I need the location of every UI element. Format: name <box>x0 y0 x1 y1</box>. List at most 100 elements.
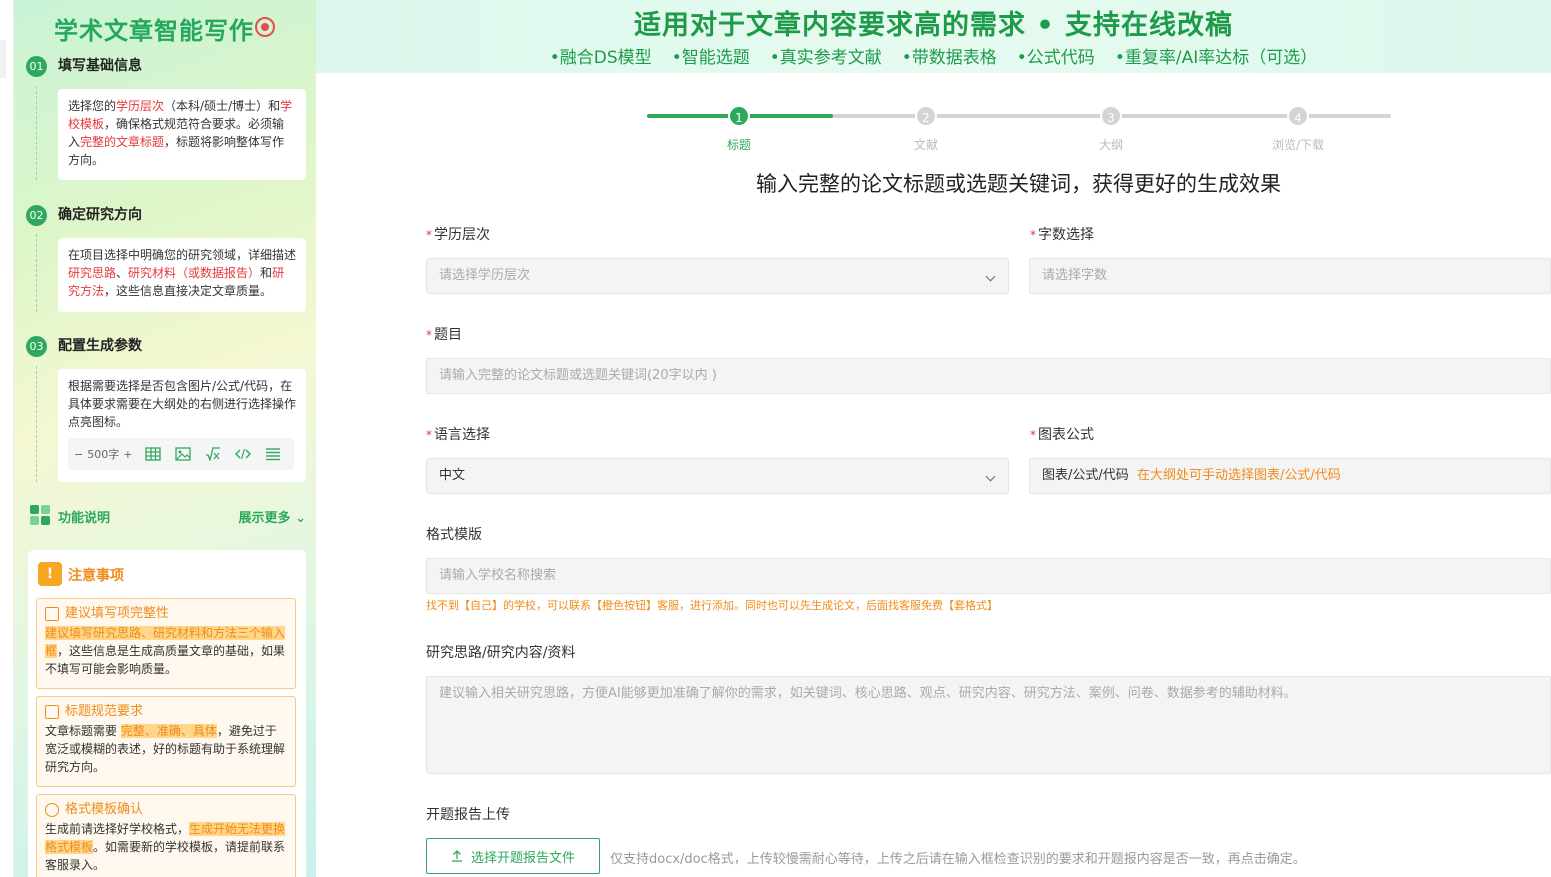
step-desc-segment: （本科/硕士/博士）和 <box>164 99 281 113</box>
language-select[interactable]: 中文 <box>426 458 1009 494</box>
progress-step-label: 文献 <box>913 138 938 152</box>
step-desc-segment: 研究材料（或数据报告） <box>128 266 261 280</box>
brand-title: 学术文章智能写作 <box>54 17 254 45</box>
required-mark: * <box>426 428 432 442</box>
research-textarea[interactable]: 建议输入相关研究思路，方便AI能够更加准确了解你的需求，如关键词、核心思路、观点… <box>426 676 1551 774</box>
minus-button[interactable]: − <box>74 448 83 461</box>
step-desc-segment: 研究思路 <box>68 266 117 280</box>
step-number-3: 03 <box>26 336 47 357</box>
list-icon[interactable] <box>264 446 282 462</box>
show-more-label: 展示更多 <box>238 511 291 526</box>
template-label: 格式模版 <box>426 527 482 543</box>
top-banner: 适用对于文章内容要求高的需求 • 支持在线改稿 •融合DS模型 •智能选题 •真实参… <box>316 0 1551 73</box>
step-connector <box>36 366 37 482</box>
image-icon[interactable] <box>174 446 192 462</box>
progress-step-label: 标题 <box>726 138 751 152</box>
notice-item-template: 格式模板确认 生成前请选择好学校格式，生成开始无法更换格式模板。如需要新的学校模… <box>36 794 296 877</box>
notice-title: 注意事项 <box>68 568 124 584</box>
code-icon[interactable] <box>234 446 252 462</box>
param-icon-row: − 500字 + <box>68 438 294 470</box>
feature-grid-icon <box>30 505 50 525</box>
notice-panel: ! 注意事项 建议填写项完整性 建议填写研究思路、研究材料和方法三个输入框，这些… <box>28 550 306 877</box>
education-label: * 学历层次 <box>426 227 490 243</box>
progress-step-label: 浏览/下载 <box>1271 138 1325 152</box>
step-number-2: 02 <box>26 205 47 226</box>
edge-marker <box>0 40 6 78</box>
topic-input[interactable]: 请输入完整的论文标题或选题关键词(20字以内 ) <box>426 358 1551 394</box>
formula-icon[interactable] <box>204 446 222 462</box>
notice-item-title-rules: 标题规范要求 文章标题需要 完整、准确、具体，避免过于宽泛或模糊的表述，好的标题… <box>36 696 296 787</box>
required-mark: * <box>1030 228 1036 242</box>
banner-feature-item: •带数据表格 <box>901 48 997 68</box>
required-mark: * <box>1030 428 1036 442</box>
step-connector <box>36 234 37 312</box>
plus-button[interactable]: + <box>123 448 132 461</box>
school-search-input[interactable]: 请输入学校名称搜索 <box>426 558 1551 594</box>
upload-note: 仅支持docx/doc格式，上传较慢需耐心等待，上传之后请在输入框检查识别的要求… <box>610 852 1306 867</box>
progress-step-label: 大纲 <box>1098 138 1123 152</box>
research-label: 研究思路/研究内容/资料 <box>426 645 576 661</box>
required-mark: * <box>426 228 432 242</box>
topic-label: * 题目 <box>426 327 462 343</box>
notice-item-title: 标题规范要求 <box>65 704 144 719</box>
banner-feature-item: •融合DS模型 <box>549 48 652 68</box>
banner-feature-item: •重复率/AI率达标（可选） <box>1114 48 1318 68</box>
progress-stepper: 1 标题 2 文献 3 大纲 4 浏览/下载 <box>647 105 1391 155</box>
step-title-3: 配置生成参数 <box>58 338 142 354</box>
upload-label: 开题报告上传 <box>426 807 510 823</box>
sidebar: 学术文章智能写作 01 填写基础信息 选择您的学历层次（本科/硕士/博士）和学校… <box>14 0 316 877</box>
step-connector <box>36 86 37 180</box>
show-more-button[interactable]: 展示更多 ⌄ <box>239 507 306 526</box>
step-desc-segment: 选择您的 <box>68 99 117 113</box>
notice-item-body: 文章标题需要 完整、准确、具体，避免过于宽泛或模糊的表述，好的标题有助于系统理解… <box>45 722 287 776</box>
notice-text-segment: 完整、准确、具体 <box>120 724 217 738</box>
chevron-down-icon: ⌄ <box>295 511 306 526</box>
chevron-down-icon <box>985 471 996 482</box>
step-desc-segment: ，这些信息直接决定文章质量。 <box>104 284 273 298</box>
notice-text-segment: 文章标题需要 <box>45 724 121 738</box>
charts-label: * 图表公式 <box>1030 427 1094 443</box>
notice-item-body: 建议填写研究思路、研究材料和方法三个输入框，这些信息是生成高质量文章的基础，如果… <box>45 624 287 678</box>
step-card-2: 在项目选择中明确您的研究领域，详细描述研究思路、研究材料（或数据报告）和研究方法… <box>58 238 306 312</box>
notice-text-segment: 生成前请选择好学校格式， <box>45 822 190 836</box>
progress-step-4[interactable]: 4 <box>1287 105 1309 127</box>
notice-item-completeness: 建议填写项完整性 建议填写研究思路、研究材料和方法三个输入框，这些信息是生成高质… <box>36 598 296 689</box>
step-title-2: 确定研究方向 <box>58 207 142 223</box>
document-icon <box>45 705 59 719</box>
banner-features: •融合DS模型 •智能选题 •真实参考文献 •带数据表格 •公式代码 •重复率/AI率达标… <box>316 43 1551 68</box>
feature-description-label: 功能说明 <box>58 511 111 526</box>
notice-text-segment: ，这些信息是生成高质量文章的基础，如果不填写可能会影响质量。 <box>45 644 286 676</box>
step-desc-segment: 和 <box>260 266 273 280</box>
step-desc-segment: 根据需要选择是否包含图片/公式/代码，在具体要求需要在大纲处的右侧进行选择操作点… <box>68 379 297 429</box>
feature-description-bar: 功能说明 展示更多 ⌄ <box>30 504 306 528</box>
upload-report-button[interactable]: 选择开题报告文件 <box>426 838 600 874</box>
banner-feature-item: •公式代码 <box>1016 48 1095 68</box>
book-icon <box>45 607 59 621</box>
word-count-select[interactable]: 请选择字数 <box>1029 258 1551 294</box>
warning-icon: ! <box>38 562 62 586</box>
step-desc-segment: 完整的文章标题 <box>80 135 165 149</box>
progress-step-2[interactable]: 2 <box>915 105 937 127</box>
word-count-stepper[interactable]: − 500字 + <box>74 446 132 462</box>
upload-button-label: 选择开题报告文件 <box>470 850 575 866</box>
notice-item-title: 建议填写项完整性 <box>65 606 170 621</box>
chevron-down-icon <box>985 271 996 282</box>
table-icon[interactable] <box>144 446 162 462</box>
notice-item-body: 生成前请选择好学校格式，生成开始无法更换格式模板。如需要新的学校模板，请提前联系… <box>45 820 287 874</box>
charts-field[interactable]: 图表/公式/代码 在大纲处可手动选择图表/公式/代码 <box>1029 458 1551 494</box>
word-count-value: 500字 <box>87 448 120 461</box>
progress-step-3[interactable]: 3 <box>1100 105 1122 127</box>
word-count-label: * 字数选择 <box>1030 227 1094 243</box>
progress-step-1[interactable]: 1 <box>728 105 750 127</box>
step-title-1: 填写基础信息 <box>58 58 142 74</box>
banner-feature-item: •真实参考文献 <box>769 48 882 68</box>
language-label: * 语言选择 <box>426 427 490 443</box>
education-select[interactable]: 请选择学历层次 <box>426 258 1009 294</box>
step-number-1: 01 <box>26 56 47 77</box>
step-desc-segment: 在项目选择中明确您的研究领域，详细描述 <box>68 248 297 262</box>
step-card-1: 选择您的学历层次（本科/硕士/博士）和学校模板，确保格式规范符合要求。必须输入完… <box>58 89 306 180</box>
play-icon[interactable] <box>255 17 275 37</box>
step-desc-segment: 、 <box>116 266 129 280</box>
upload-icon <box>451 850 462 862</box>
charts-note: 在大纲处可手动选择图表/公式/代码 <box>1137 468 1341 483</box>
